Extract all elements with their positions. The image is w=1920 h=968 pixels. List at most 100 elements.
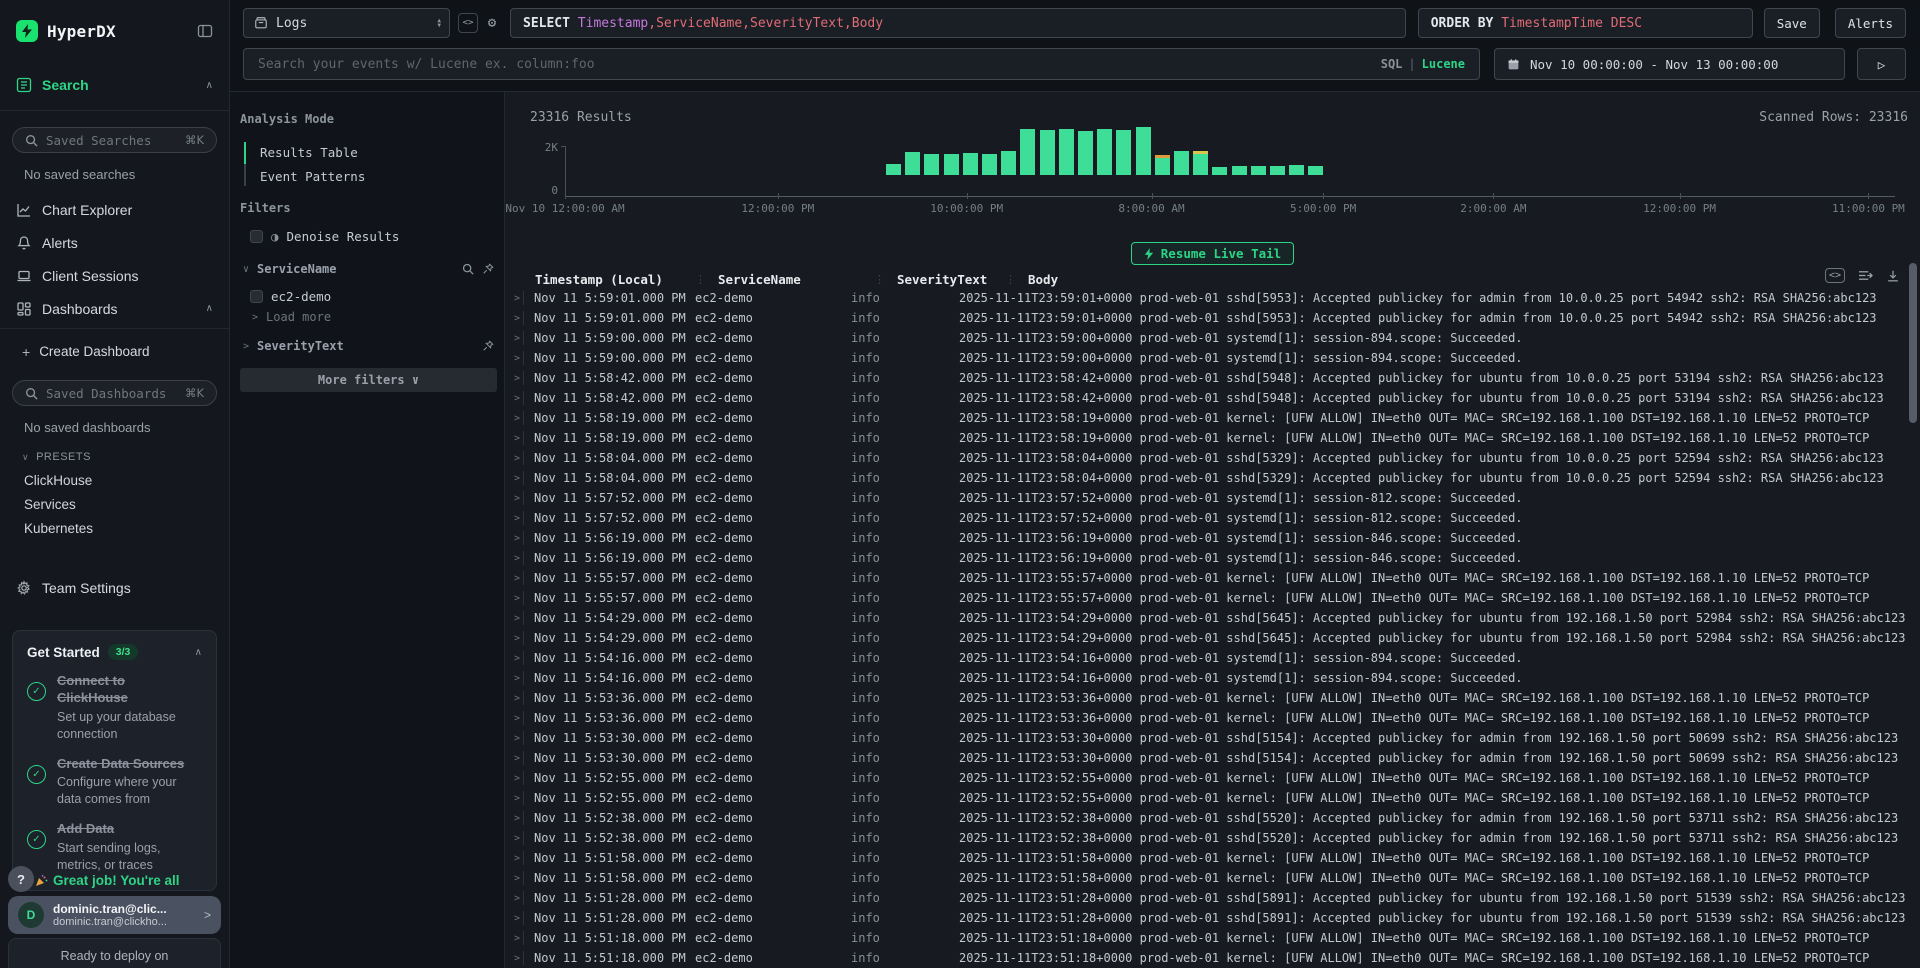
- chart-bar[interactable]: [924, 154, 939, 175]
- col-header-timestamp[interactable]: Timestamp (Local): [535, 272, 695, 287]
- chart-bar[interactable]: [1155, 155, 1170, 175]
- table-row[interactable]: >Nov 11 5:51:58.000 PMec2-demoinfo2025-1…: [505, 868, 1906, 888]
- col-header-severitytext[interactable]: SeverityText: [897, 272, 1005, 287]
- row-expand-icon[interactable]: >: [505, 393, 523, 404]
- source-select[interactable]: Logs ▲▼: [243, 8, 450, 38]
- scrollbar[interactable]: [1909, 263, 1917, 968]
- table-row[interactable]: >Nov 11 5:51:58.000 PMec2-demoinfo2025-1…: [505, 848, 1906, 868]
- chart-bar[interactable]: [1059, 129, 1074, 175]
- row-expand-icon[interactable]: >: [505, 353, 523, 364]
- row-expand-icon[interactable]: >: [505, 953, 523, 964]
- row-expand-icon[interactable]: >: [505, 913, 523, 924]
- row-expand-icon[interactable]: >: [505, 373, 523, 384]
- saved-searches-input[interactable]: Saved Searches ⌘K: [12, 127, 217, 153]
- create-dashboard-button[interactable]: + Create Dashboard: [0, 335, 229, 368]
- resume-live-tail-button[interactable]: Resume Live Tail: [1131, 242, 1294, 265]
- preset-kubernetes[interactable]: Kubernetes: [0, 517, 229, 541]
- mode-results-table[interactable]: Results Table: [260, 145, 358, 160]
- table-row[interactable]: >Nov 11 5:59:00.000 PMec2-demoinfo2025-1…: [505, 348, 1906, 368]
- table-row[interactable]: >Nov 11 5:58:04.000 PMec2-demoinfo2025-1…: [505, 468, 1906, 488]
- table-row[interactable]: >Nov 11 5:54:16.000 PMec2-demoinfo2025-1…: [505, 668, 1906, 688]
- code-toggle-button[interactable]: <>: [458, 13, 478, 33]
- chart-bar[interactable]: [1289, 165, 1304, 175]
- chart-bar[interactable]: [1097, 129, 1112, 175]
- histogram-chart[interactable]: 2K 0 Nov 10 12:00:00 AM12:00:00 PM10:00:…: [505, 132, 1920, 217]
- sidebar-item-team-settings[interactable]: Team Settings: [0, 571, 229, 604]
- preset-services[interactable]: Services: [0, 493, 229, 517]
- select-clause-input[interactable]: SELECT Timestamp,ServiceName,SeverityTex…: [510, 8, 1406, 38]
- row-expand-icon[interactable]: >: [505, 313, 523, 324]
- column-resize-handle[interactable]: ⋮: [695, 273, 706, 286]
- chart-bar[interactable]: [1078, 131, 1093, 175]
- load-more-button[interactable]: > Load more: [252, 310, 331, 324]
- chart-bar[interactable]: [1212, 167, 1227, 175]
- save-button[interactable]: Save: [1764, 8, 1820, 38]
- row-expand-icon[interactable]: >: [505, 333, 523, 344]
- chart-bar[interactable]: [1270, 166, 1285, 175]
- lang-sql-option[interactable]: SQL: [1381, 57, 1403, 71]
- row-expand-icon[interactable]: >: [505, 773, 523, 784]
- row-expand-icon[interactable]: >: [505, 673, 523, 684]
- filter-group-servicename[interactable]: ∨ ServiceName: [243, 262, 494, 276]
- sidebar-item-chart-explorer[interactable]: Chart Explorer: [0, 193, 229, 226]
- chart-bar[interactable]: [1174, 151, 1189, 175]
- chart-bar[interactable]: [1232, 166, 1247, 175]
- row-expand-icon[interactable]: >: [505, 493, 523, 504]
- table-row[interactable]: >Nov 11 5:58:04.000 PMec2-demoinfo2025-1…: [505, 448, 1906, 468]
- filter-option-ec2-demo[interactable]: ec2-demo: [250, 289, 331, 304]
- row-expand-icon[interactable]: >: [505, 693, 523, 704]
- table-row[interactable]: >Nov 11 5:56:19.000 PMec2-demoinfo2025-1…: [505, 528, 1906, 548]
- chevron-up-icon[interactable]: ∧: [206, 303, 213, 314]
- mode-event-patterns[interactable]: Event Patterns: [260, 169, 365, 184]
- filter-group-severitytext[interactable]: > SeverityText: [243, 339, 494, 353]
- row-expand-icon[interactable]: >: [505, 733, 523, 744]
- row-expand-icon[interactable]: >: [505, 453, 523, 464]
- column-resize-handle[interactable]: ⋮: [1005, 273, 1016, 286]
- more-filters-button[interactable]: More filters ∨: [240, 368, 497, 392]
- table-row[interactable]: >Nov 11 5:51:18.000 PMec2-demoinfo2025-1…: [505, 948, 1906, 968]
- col-header-servicename[interactable]: ServiceName: [718, 272, 874, 287]
- column-resize-handle[interactable]: ⋮: [874, 273, 885, 286]
- row-expand-icon[interactable]: >: [505, 593, 523, 604]
- pin-icon[interactable]: [482, 340, 494, 352]
- table-row[interactable]: >Nov 11 5:59:01.000 PMec2-demoinfo2025-1…: [505, 288, 1906, 308]
- table-row[interactable]: >Nov 11 5:57:52.000 PMec2-demoinfo2025-1…: [505, 508, 1906, 528]
- ec2-demo-checkbox[interactable]: [250, 290, 263, 303]
- table-row[interactable]: >Nov 11 5:51:18.000 PMec2-demoinfo2025-1…: [505, 928, 1906, 948]
- row-expand-icon[interactable]: >: [505, 533, 523, 544]
- row-expand-icon[interactable]: >: [505, 613, 523, 624]
- sidebar-item-client-sessions[interactable]: Client Sessions: [0, 259, 229, 292]
- table-row[interactable]: >Nov 11 5:52:38.000 PMec2-demoinfo2025-1…: [505, 828, 1906, 848]
- search-input[interactable]: Search your events w/ Lucene ex. column:…: [243, 48, 1480, 80]
- sidebar-item-dashboards[interactable]: Dashboards ∧: [0, 292, 229, 325]
- row-expand-icon[interactable]: >: [505, 853, 523, 864]
- column-settings-icon[interactable]: [1858, 269, 1873, 282]
- sidebar-collapse-icon[interactable]: [197, 23, 213, 39]
- pin-icon[interactable]: [482, 263, 494, 275]
- denoise-filter[interactable]: ◑ Denoise Results: [250, 229, 399, 244]
- table-row[interactable]: >Nov 11 5:54:29.000 PMec2-demoinfo2025-1…: [505, 608, 1906, 628]
- table-row[interactable]: >Nov 11 5:57:52.000 PMec2-demoinfo2025-1…: [505, 488, 1906, 508]
- sidebar-item-alerts[interactable]: Alerts: [0, 226, 229, 259]
- row-expand-icon[interactable]: >: [505, 293, 523, 304]
- table-row[interactable]: >Nov 11 5:52:38.000 PMec2-demoinfo2025-1…: [505, 808, 1906, 828]
- help-button[interactable]: ?: [8, 866, 34, 892]
- lang-lucene-option[interactable]: Lucene: [1422, 57, 1465, 71]
- row-expand-icon[interactable]: >: [505, 893, 523, 904]
- alerts-button[interactable]: Alerts: [1835, 8, 1906, 38]
- chart-bar[interactable]: [1040, 130, 1055, 175]
- row-expand-icon[interactable]: >: [505, 473, 523, 484]
- chart-bar[interactable]: [963, 153, 978, 175]
- table-row[interactable]: >Nov 11 5:52:55.000 PMec2-demoinfo2025-1…: [505, 768, 1906, 788]
- row-expand-icon[interactable]: >: [505, 813, 523, 824]
- table-row[interactable]: >Nov 11 5:59:00.000 PMec2-demoinfo2025-1…: [505, 328, 1906, 348]
- chevron-up-icon[interactable]: ∧: [195, 647, 202, 658]
- preset-clickhouse[interactable]: ClickHouse: [0, 469, 229, 493]
- search-icon[interactable]: [462, 263, 474, 275]
- download-icon[interactable]: [1886, 269, 1900, 283]
- table-row[interactable]: >Nov 11 5:58:42.000 PMec2-demoinfo2025-1…: [505, 368, 1906, 388]
- chart-bar[interactable]: [1308, 166, 1323, 175]
- row-expand-icon[interactable]: >: [505, 633, 523, 644]
- sidebar-item-search[interactable]: Search ∧: [0, 72, 229, 98]
- table-row[interactable]: >Nov 11 5:58:19.000 PMec2-demoinfo2025-1…: [505, 408, 1906, 428]
